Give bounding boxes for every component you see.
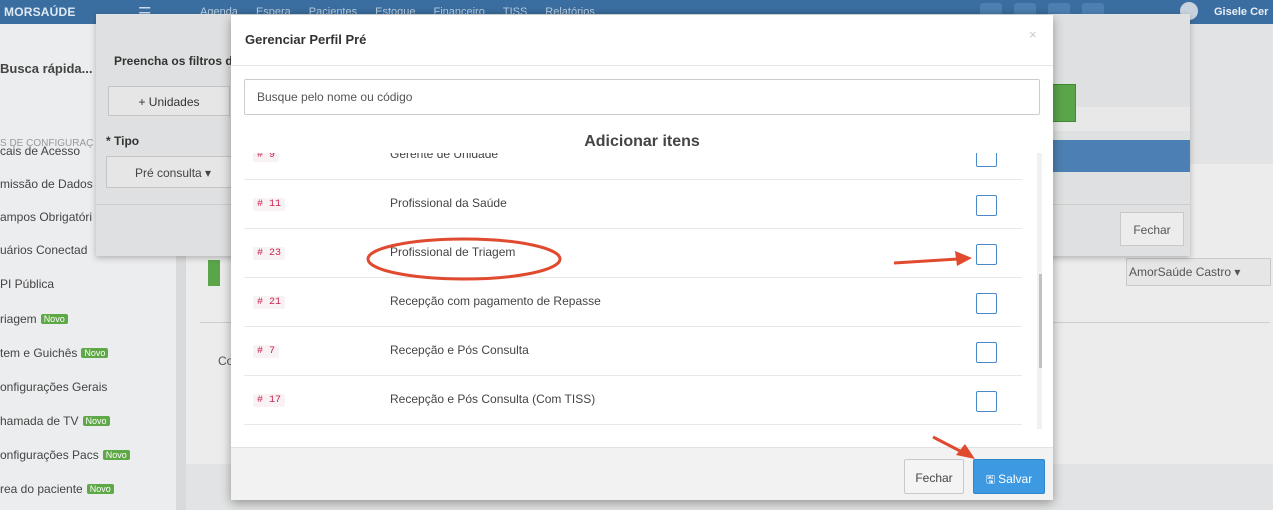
list-item: # 17 Recepção e Pós Consulta (Com TISS) [244,376,1022,425]
save-button[interactable]: 🖫 Salvar [973,459,1045,494]
sidebar-item-locais-acesso[interactable]: cais de Acesso [0,144,80,158]
item-checkbox[interactable] [976,195,997,216]
list-item: # 7 Recepção e Pós Consulta [244,327,1022,376]
sidebar-item-label: ampos Obrigatóri [0,210,93,224]
item-checkbox[interactable] [976,244,997,265]
floppy-disk-icon: 🖫 [985,474,996,486]
add-items-title: Adicionar itens [584,133,700,150]
brand-logo: MORSAÚDE [4,5,76,19]
filter-modal-title: Preencha os filtros d [114,54,233,68]
item-checkbox[interactable] [976,391,997,412]
sidebar-item-configuracoes-pacs[interactable]: onfigurações Pacs Novo [0,448,130,462]
item-checkbox[interactable] [976,293,997,314]
chevron-down-icon: ▾ [1234,265,1241,279]
item-label: Recepção e Pós Consulta [390,343,529,357]
sidebar-item-label: uários Conectad [0,243,88,257]
new-badge: Novo [81,348,109,358]
scroll-down-icon[interactable]: ▼ [1041,415,1042,424]
sidebar-item-label: onfigurações Gerais [0,380,108,394]
chevron-down-icon: ▾ [205,166,212,180]
list-item: # 11 Profissional da Saúde [244,180,1022,229]
quick-search[interactable]: Busca rápida... [0,61,92,76]
item-label: Recepção e Pós Consulta (Com TISS) [390,392,596,406]
scrollbar-thumb[interactable] [1039,274,1042,368]
item-code: # 11 [253,198,286,211]
item-code: # 23 [253,247,286,260]
sidebar-item-totem-guiches[interactable]: tem e Guichês Novo [0,346,109,360]
tipo-select-value: Pré consulta [135,166,202,180]
user-name[interactable]: Gisele Cer [1214,6,1268,18]
new-badge: Novo [82,416,110,426]
new-badge: Novo [86,484,114,494]
close-button[interactable]: Fechar [904,459,964,494]
item-code: # 7 [253,345,280,358]
item-checkbox[interactable] [976,153,997,167]
tipo-select[interactable]: Pré consulta ▾ [106,156,232,188]
scroll-up-icon[interactable]: ▲ [1041,157,1042,166]
divider [231,65,1053,66]
modal-footer: Fechar 🖫 Salvar [231,447,1053,500]
new-badge: Novo [40,314,68,324]
item-label: Gerente de Unidade [390,153,499,161]
tipo-label: * Tipo [106,134,140,148]
save-button-label: Salvar [998,472,1033,486]
new-badge: Novo [102,450,130,460]
sidebar-item-permissao-dados[interactable]: missão de Dados [0,177,93,191]
sidebar-item-chamada-tv[interactable]: hamada de TV Novo [0,414,110,428]
item-label: Recepção com pagamento de Repasse [390,294,601,308]
manage-profile-modal: Gerenciar Perfil Pré × Adicionar itens #… [231,15,1053,500]
item-code: # 21 [253,296,286,309]
items-list: # 9 Gerente de Unidade # 11 Profissional… [244,153,1042,429]
scrollbar[interactable]: ▲ ▼ [1037,153,1042,429]
close-icon[interactable]: × [1029,27,1037,42]
filter-close-button[interactable]: Fechar [1120,212,1184,246]
item-checkbox[interactable] [976,342,997,363]
item-label: Profissional de Triagem [390,245,516,259]
sidebar-item-label: rea do paciente [0,482,83,496]
search-input[interactable] [244,79,1040,115]
sidebar-item-label: cais de Acesso [0,144,81,158]
sidebar-item-label: PI Pública [0,277,55,291]
unit-select-value: AmorSaúde Castro [1129,265,1232,279]
list-item: # 23 Profissional de Triagem [244,229,1022,278]
sidebar-item-label: tem e Guichês [0,346,78,360]
list-item: # 21 Recepção com pagamento de Repasse [244,278,1022,327]
sidebar-item-label: onfigurações Pacs [0,448,99,462]
green-action-button[interactable] [208,260,220,286]
sidebar-item-api-publica[interactable]: PI Pública [0,277,54,291]
sidebar-item-configuracoes-gerais[interactable]: onfigurações Gerais [0,380,107,394]
item-code: # 17 [253,394,286,407]
sidebar-item-triagem[interactable]: riagem Novo [0,312,68,326]
item-code: # 9 [253,153,280,162]
sidebar-item-area-paciente[interactable]: rea do paciente Novo [0,482,114,496]
sidebar-item-label: hamada de TV [0,414,79,428]
list-item: # 9 Gerente de Unidade [244,153,1022,180]
unit-select[interactable]: AmorSaúde Castro ▾ [1126,258,1271,286]
filter-highlight-bar [1046,140,1190,172]
sidebar-item-usuarios-conectados[interactable]: uários Conectad [0,243,87,257]
modal-title: Gerenciar Perfil Pré [245,32,367,47]
sidebar-item-label: missão de Dados [0,177,93,191]
sidebar-item-campos-obrigatorios[interactable]: ampos Obrigatóri [0,210,92,224]
item-label: Profissional da Saúde [390,196,507,210]
add-units-button[interactable]: + Unidades [108,86,230,116]
sidebar-item-label: riagem [0,312,37,326]
